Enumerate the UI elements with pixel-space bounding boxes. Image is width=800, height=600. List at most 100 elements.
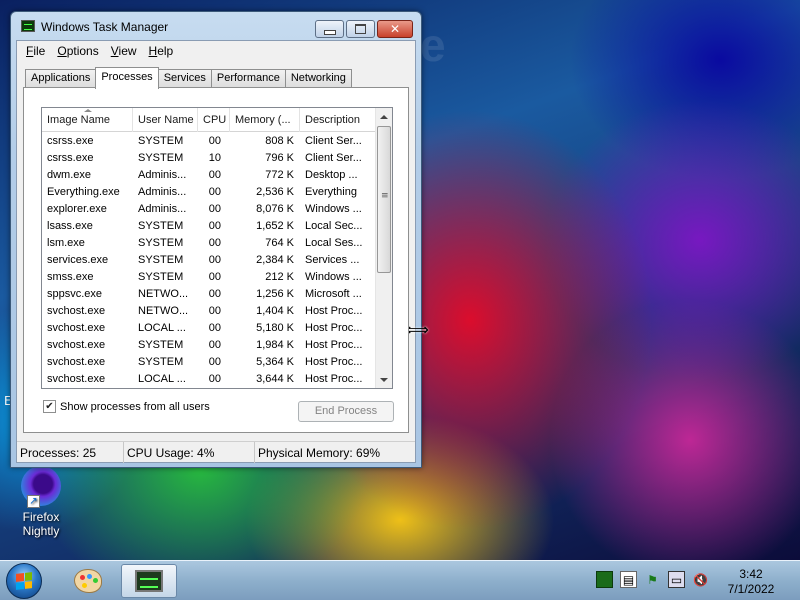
task-manager-icon <box>135 570 163 592</box>
firefox-nightly-icon: ↗ <box>21 466 61 508</box>
table-row[interactable]: services.exe SYSTEM 00 2,384 K Services ... <box>42 252 376 269</box>
minimize-button[interactable] <box>315 20 344 38</box>
checkbox-box[interactable]: ✔ <box>43 400 56 413</box>
table-row[interactable]: dwm.exe Adminis... 00 772 K Desktop ... <box>42 167 376 184</box>
table-row[interactable]: svchost.exe LOCAL ... 00 5,180 K Host Proc..… <box>42 320 376 337</box>
column-header-cpu[interactable]: CPU <box>198 108 230 132</box>
cell-name: lsm.exe <box>47 237 85 249</box>
cell-user: SYSTEM <box>138 339 184 351</box>
cell-cpu: 00 <box>208 356 221 368</box>
cell-name: svchost.exe <box>47 356 106 368</box>
tab-strip: Applications Processes Services Performa… <box>25 67 352 89</box>
network-tray-icon[interactable]: ▭ <box>668 571 685 588</box>
table-row[interactable]: svchost.exe LOCAL ... 00 3,644 K Host Proc..… <box>42 371 376 388</box>
tab-processes[interactable]: Processes <box>95 67 159 89</box>
menu-options[interactable]: Options <box>51 41 104 61</box>
menu-file[interactable]: File <box>20 41 51 61</box>
desktop-icon-firefox-nightly[interactable]: ↗ Firefox Nightly <box>6 466 76 538</box>
cell-mem: 5,364 K <box>256 356 294 368</box>
volume-muted-icon[interactable]: 🔇 <box>692 571 709 588</box>
cell-mem: 5,180 K <box>256 322 294 334</box>
notification-area: ▤ ⚑ ▭ 🔇 <box>596 571 709 588</box>
column-header-memory[interactable]: Memory (... <box>230 108 300 132</box>
shortcut-arrow-icon: ↗ <box>27 495 40 508</box>
show-all-users-checkbox[interactable]: ✔ Show processes from all users <box>43 400 210 413</box>
scrollbar-thumb[interactable] <box>377 126 391 273</box>
start-button[interactable] <box>6 563 42 599</box>
cell-mem: 2,536 K <box>256 186 294 198</box>
window-client-area: File Options View Help Applications Proc… <box>16 40 416 463</box>
cell-cpu: 00 <box>208 220 221 232</box>
title-bar[interactable]: Windows Task Manager ✕ <box>11 12 421 40</box>
task-manager-icon <box>21 20 35 32</box>
cell-desc: Services ... <box>305 254 360 266</box>
maximize-button[interactable] <box>346 20 375 38</box>
table-row[interactable]: smss.exe SYSTEM 00 212 K Windows ... <box>42 269 376 286</box>
document-tray-icon[interactable]: ▤ <box>620 571 637 588</box>
window-title: Windows Task Manager <box>41 20 169 34</box>
cell-user: Adminis... <box>138 186 187 198</box>
cell-cpu: 00 <box>208 373 221 385</box>
cell-desc: Microsoft ... <box>305 288 362 300</box>
tab-services[interactable]: Services <box>157 69 212 88</box>
table-row[interactable]: svchost.exe SYSTEM 00 5,364 K Host Proc... <box>42 354 376 371</box>
table-row[interactable]: csrss.exe SYSTEM 10 796 K Client Ser... <box>42 150 376 167</box>
tab-performance[interactable]: Performance <box>210 69 286 88</box>
cell-desc: Local Sec... <box>305 220 363 232</box>
cell-desc: Client Ser... <box>305 152 362 164</box>
cell-cpu: 10 <box>208 152 221 164</box>
cell-cpu: 00 <box>208 288 221 300</box>
process-list[interactable]: Image Name User Name CPU Memory (... Des… <box>41 107 393 389</box>
action-center-flag-icon[interactable]: ⚑ <box>644 571 661 588</box>
desktop-icon-label: Firefox <box>22 510 60 524</box>
taskbar-task-manager-button[interactable] <box>121 564 177 598</box>
cell-desc: Host Proc... <box>305 373 363 385</box>
table-row[interactable]: svchost.exe NETWO... 00 1,404 K Host Proc... <box>42 303 376 320</box>
cell-mem: 8,076 K <box>256 203 294 215</box>
cell-name: services.exe <box>47 254 109 266</box>
table-row[interactable]: lsm.exe SYSTEM 00 764 K Local Ses... <box>42 235 376 252</box>
scroll-up-arrow-icon[interactable] <box>376 108 392 125</box>
column-header-image-name[interactable]: Image Name <box>42 108 133 132</box>
system-clock[interactable]: 3:42 7/1/2022 <box>718 567 784 597</box>
cell-user: SYSTEM <box>138 220 184 232</box>
cpu-meter-tray-icon[interactable] <box>596 571 613 588</box>
table-row[interactable]: lsass.exe SYSTEM 00 1,652 K Local Sec... <box>42 218 376 235</box>
end-process-button[interactable]: End Process <box>298 401 394 422</box>
column-header-description[interactable]: Description <box>300 108 376 132</box>
cell-cpu: 00 <box>208 322 221 334</box>
cell-user: NETWO... <box>138 305 189 317</box>
desktop-icon-label: Nightly <box>22 524 60 538</box>
cell-desc: Windows ... <box>305 203 362 215</box>
cell-desc: Host Proc... <box>305 322 363 334</box>
close-button[interactable]: ✕ <box>377 20 413 38</box>
table-row[interactable]: svchost.exe SYSTEM 00 1,984 K Host Proc... <box>42 337 376 354</box>
cell-user: NETWO... <box>138 288 189 300</box>
column-header-user-name[interactable]: User Name <box>133 108 198 132</box>
cell-name: svchost.exe <box>47 373 106 385</box>
cell-mem: 796 K <box>265 152 294 164</box>
windows-logo-icon <box>16 572 32 590</box>
vertical-scrollbar[interactable] <box>375 108 392 388</box>
cell-user: LOCAL ... <box>138 373 186 385</box>
cell-cpu: 00 <box>208 135 221 147</box>
menu-bar: File Options View Help <box>17 41 415 61</box>
tab-networking[interactable]: Networking <box>284 69 352 88</box>
cell-user: Adminis... <box>138 169 187 181</box>
scroll-down-arrow-icon[interactable] <box>376 371 392 388</box>
table-row[interactable]: sppsvc.exe NETWO... 00 1,256 K Microsoft ... <box>42 286 376 303</box>
cell-name: explorer.exe <box>47 203 107 215</box>
table-row[interactable]: explorer.exe Adminis... 00 8,076 K Windows .… <box>42 201 376 218</box>
table-row[interactable]: csrss.exe SYSTEM 00 808 K Client Ser... <box>42 133 376 150</box>
cell-cpu: 00 <box>208 169 221 181</box>
cell-cpu: 00 <box>208 237 221 249</box>
menu-view[interactable]: View <box>105 41 143 61</box>
cell-user: SYSTEM <box>138 356 184 368</box>
tab-applications[interactable]: Applications <box>25 69 97 88</box>
cell-cpu: 00 <box>208 339 221 351</box>
taskbar-paint-button[interactable] <box>60 564 116 598</box>
table-row[interactable]: Everything.exe Adminis... 00 2,536 K Everyth… <box>42 184 376 201</box>
status-cpu-usage: CPU Usage: 4% <box>124 442 255 463</box>
menu-help[interactable]: Help <box>143 41 180 61</box>
cell-name: csrss.exe <box>47 135 94 147</box>
